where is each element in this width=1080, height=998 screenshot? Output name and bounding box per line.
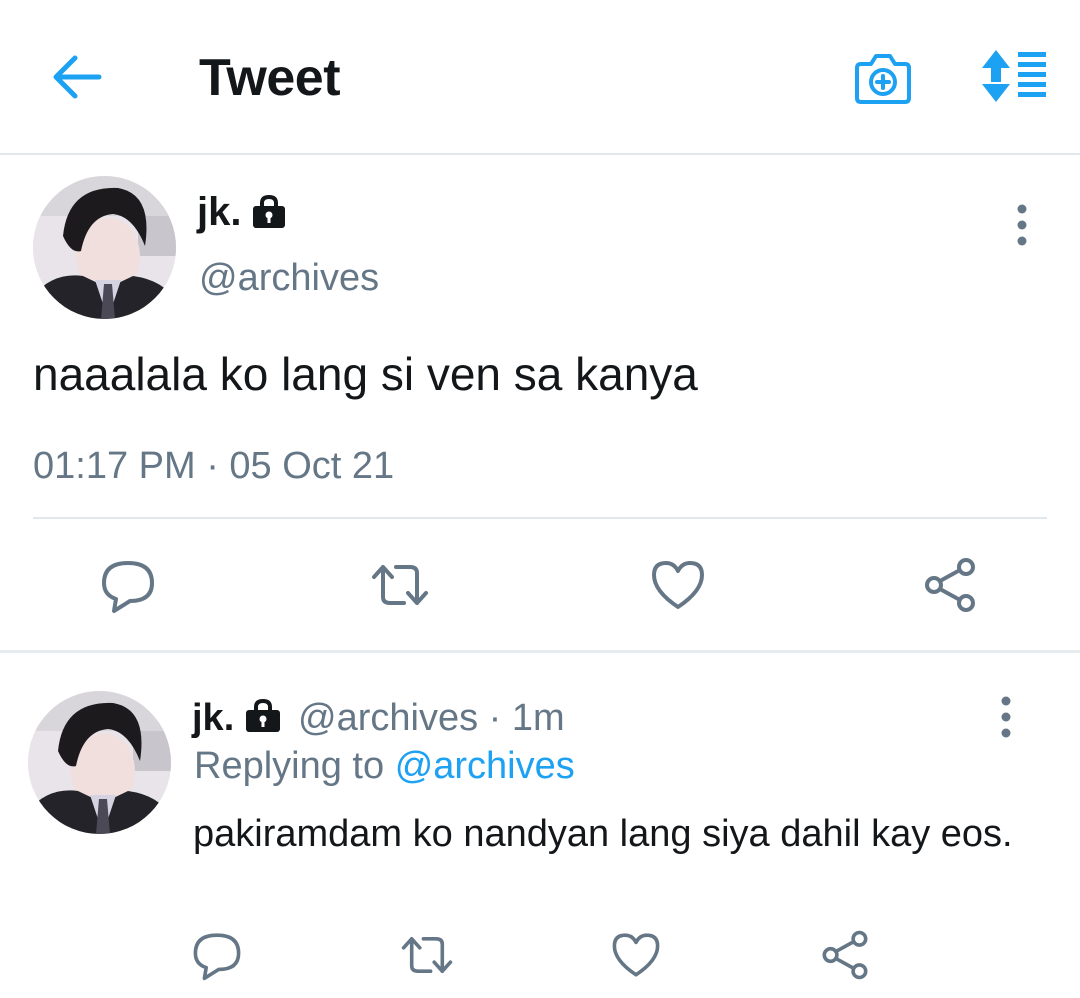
retweet-icon[interactable]	[370, 555, 430, 615]
lock-icon	[243, 697, 283, 735]
lock-icon	[250, 193, 288, 231]
avatar[interactable]	[33, 176, 176, 319]
user-handle[interactable]: @archives	[199, 257, 379, 300]
tweet-timestamp: 01:17 PM · 05 Oct 21	[33, 445, 395, 487]
main-tweet: jk. @archives naaalala ko lang si ven sa…	[0, 157, 1080, 650]
replying-prefix: Replying to	[194, 745, 385, 787]
more-options-icon[interactable]	[996, 695, 1016, 739]
more-options-icon[interactable]	[1012, 203, 1032, 247]
back-arrow-icon[interactable]	[50, 52, 104, 102]
avatar[interactable]	[28, 691, 171, 834]
retweet-icon[interactable]	[400, 928, 454, 982]
camera-plus-icon[interactable]	[853, 50, 913, 106]
replying-to-line: Replying to @archives	[194, 745, 575, 788]
tweet-text: naaalala ko lang si ven sa kanya	[33, 348, 698, 400]
reply-tweet[interactable]: jk. @archives · 1m Replying to @archives…	[0, 653, 1080, 998]
page-title: Tweet	[199, 49, 341, 107]
like-icon[interactable]	[609, 928, 663, 982]
reply-icon[interactable]	[98, 555, 158, 615]
handle-and-time[interactable]: @archives · 1m	[298, 697, 565, 740]
share-icon[interactable]	[920, 555, 980, 615]
like-icon[interactable]	[648, 555, 708, 615]
reply-text: pakiramdam ko nandyan lang siya dahil ka…	[193, 813, 1013, 855]
divider	[33, 517, 1047, 519]
display-name[interactable]: jk.	[197, 190, 241, 235]
top-bar: Tweet	[0, 0, 1080, 155]
mention-link[interactable]: @archives	[395, 745, 575, 787]
display-name[interactable]: jk.	[192, 697, 234, 740]
reply-icon[interactable]	[190, 928, 244, 982]
share-icon[interactable]	[818, 928, 872, 982]
sort-list-icon[interactable]	[978, 48, 1050, 104]
